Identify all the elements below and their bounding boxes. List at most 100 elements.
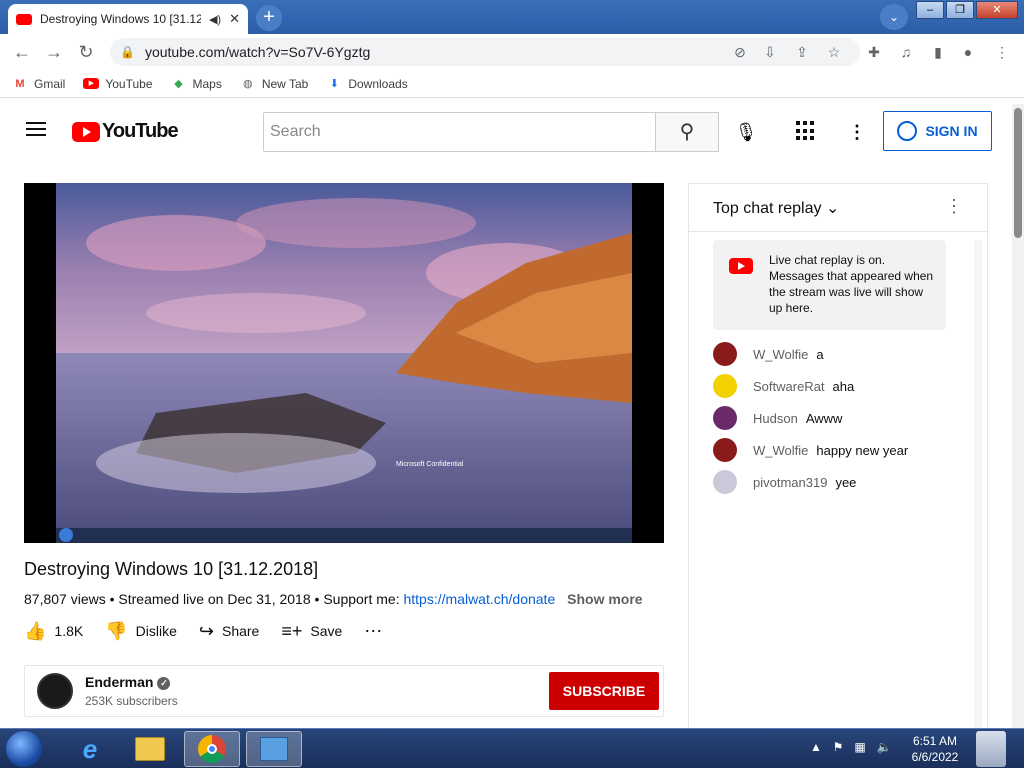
dislike-label: Dislike [135,623,177,639]
user-avatar-icon[interactable] [976,731,1006,767]
reload-button[interactable]: ↻ [76,42,96,62]
bookmark-downloads[interactable]: ⬇ Downloads [326,76,408,92]
taskbar-chrome[interactable] [184,731,240,767]
donate-link[interactable]: https://malwat.ch/donate [403,591,555,607]
chat-author[interactable]: W_Wolfie [753,347,808,362]
chat-author[interactable]: SoftwareRat [753,379,825,394]
share-button[interactable]: ↪ Share [199,621,259,642]
minimize-button[interactable]: – [916,1,944,19]
taskbar-control-panel[interactable] [246,731,302,767]
tab-search-button[interactable]: ⌄ [880,4,908,30]
youtube-logo[interactable]: YouTube [72,120,179,143]
close-window-button[interactable]: ✕ [976,1,1018,19]
chat-author[interactable]: W_Wolfie [753,443,808,458]
playlist-add-icon: ≡+ [281,620,303,641]
close-tab-icon[interactable]: ✕ [229,11,240,27]
lock-icon: 🔒 [120,45,135,59]
scrollbar-thumb[interactable] [1014,108,1022,238]
install-icon[interactable]: ⇩ [760,42,780,62]
chat-text: yee [835,474,857,490]
site-permissions-icon[interactable]: ⊘ [730,42,750,62]
chat-avatar[interactable] [713,342,737,366]
share-icon[interactable]: ⇪ [792,42,812,62]
bookmarks-bar: M Gmail ▶ YouTube ◆ Maps ◍ New Tab ⬇ Dow… [0,70,1024,98]
volume-muted-icon[interactable]: 🔈 [876,739,892,755]
stream-date: Streamed live on Dec 31, 2018 [118,591,311,607]
dislike-button[interactable]: 👎 Dislike [105,621,177,642]
globe-icon: ◍ [243,77,253,90]
channel-name[interactable]: Enderman ✓ [85,674,171,690]
download-icon: ⬇ [329,77,339,90]
verified-check-icon: ✓ [157,676,171,690]
profile-icon[interactable]: ● [958,42,978,62]
chat-avatar[interactable] [713,438,737,462]
youtube-page: YouTube Search ⚲ 🎙 ⋮ SIGN IN Microsoft C… [0,104,1012,728]
chat-author[interactable]: pivotman319 [753,475,827,490]
chat-message: SoftwareRat aha [713,374,854,398]
watermark-text: Microsoft Confidential [396,461,464,468]
network-icon[interactable]: ▦ [852,739,868,755]
channel-avatar[interactable] [37,673,73,709]
page-scrollbar[interactable] [1012,104,1024,728]
like-button[interactable]: 👍 1.8K [24,621,83,642]
tab-title: Destroying Windows 10 [31.12.2018] [40,12,201,26]
maps-icon: ◆ [174,77,183,90]
more-horizontal-icon: ⋯ [364,620,383,641]
tray-up-arrow-icon[interactable]: ▲ [808,739,824,755]
bookmark-label: YouTube [105,76,153,91]
youtube-icon [729,258,753,274]
action-center-flag-icon[interactable]: ⚑ [830,739,846,755]
bookmark-maps[interactable]: ◆ Maps [171,76,222,92]
apps-grid-icon[interactable] [796,121,816,141]
account-icon [897,121,918,141]
chat-menu-icon[interactable]: ⋮ [945,196,963,217]
voice-search-icon[interactable]: 🎙 [734,120,758,144]
show-more-button[interactable]: Show more [567,591,642,607]
extensions-icon[interactable]: ✚ [864,42,884,62]
chat-mode-dropdown[interactable]: Top chat replay ⌄ [713,198,839,218]
chat-avatar[interactable] [713,374,737,398]
save-button[interactable]: ≡+ Save [281,621,342,642]
control-panel-icon [260,737,288,761]
video-frame-windows-desktop: Microsoft Confidential [56,183,632,543]
taskbar-ie[interactable]: e [62,731,118,767]
system-clock[interactable]: 6:51 AM 6/6/2022 [900,733,970,765]
chat-message: W_Wolfie a [713,342,824,366]
video-meta: 87,807 views • Streamed live on Dec 31, … [24,591,643,607]
search-input[interactable]: Search [263,112,656,152]
video-player[interactable]: Microsoft Confidential [24,183,664,543]
more-actions-button[interactable]: ⋯ [364,621,382,642]
chat-scrollbar[interactable] [974,240,982,728]
chat-message: W_Wolfie happy new year [713,438,908,462]
chat-message: pivotman319 yee [713,470,856,494]
bookmark-new-tab[interactable]: ◍ New Tab [240,76,308,92]
search-button[interactable]: ⚲ [655,112,719,152]
browser-toolbar: ← → ↻ 🔒 youtube.com/watch?v=So7V-6Ygztg … [0,34,1024,70]
new-tab-button[interactable]: + [256,5,282,31]
youtube-wordmark: YouTube [102,120,179,142]
subscribe-button[interactable]: SUBSCRIBE [549,672,659,710]
chat-avatar[interactable] [713,406,737,430]
start-button[interactable] [6,731,42,767]
browser-menu-icon[interactable]: ⋮ [992,42,1012,62]
sign-in-button[interactable]: SIGN IN [883,111,992,151]
back-button[interactable]: ← [12,42,32,62]
chat-author[interactable]: Hudson [753,411,798,426]
taskbar-explorer[interactable] [122,731,178,767]
forward-button[interactable]: → [44,42,64,62]
bookmark-label: Maps [192,76,222,91]
chat-avatar[interactable] [713,470,737,494]
restore-button[interactable]: ❐ [946,1,974,19]
share-arrow-icon: ↪ [198,620,214,641]
settings-more-icon[interactable]: ⋮ [848,118,866,146]
bookmark-youtube[interactable]: ▶ YouTube [83,76,153,91]
guide-menu-icon[interactable] [26,122,46,136]
chat-header: Top chat replay ⌄ ⋮ [689,184,987,232]
audio-playing-icon[interactable]: ◀) [209,13,221,26]
side-panel-icon[interactable]: ▮ [928,42,948,62]
browser-tab[interactable]: Destroying Windows 10 [31.12.2018] ◀) ✕ [8,4,248,34]
media-control-icon[interactable]: ♫ [896,42,916,62]
bookmark-star-icon[interactable]: ☆ [824,42,844,62]
bookmark-label: Gmail [34,76,66,91]
bookmark-gmail[interactable]: M Gmail [12,76,65,92]
